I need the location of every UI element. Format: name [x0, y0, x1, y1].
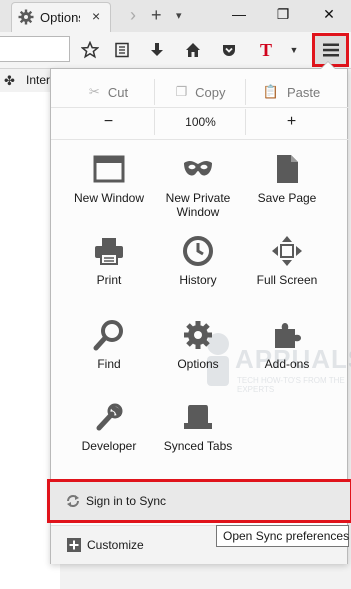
scissors-icon: ✂ — [88, 84, 100, 99]
new-window-label: New Window — [73, 191, 145, 205]
options-label: Options — [177, 357, 219, 371]
options-button[interactable]: Options — [153, 319, 243, 399]
full-screen-button[interactable]: Full Screen — [242, 235, 332, 315]
zoom-reset-button[interactable]: 100% — [154, 109, 246, 135]
print-label: Print — [96, 273, 122, 287]
pocket-button[interactable] — [219, 40, 239, 60]
puzzle-icon — [275, 323, 301, 348]
panel-arrow-inner — [321, 62, 335, 69]
tab-list-dropdown[interactable]: ▾ — [176, 8, 182, 24]
plus-box-icon — [67, 538, 81, 552]
wrench-icon — [96, 403, 123, 431]
close-window-button[interactable]: ✕ — [318, 6, 340, 24]
history-button[interactable]: History — [153, 235, 243, 315]
printer-icon — [95, 238, 123, 265]
window-icon — [93, 155, 125, 183]
tree-icon: ✤ — [4, 73, 15, 88]
clock-icon — [183, 236, 213, 266]
add-ons-button[interactable]: Add-ons — [242, 319, 332, 399]
home-icon — [186, 43, 200, 57]
cut-label: Cut — [107, 84, 129, 100]
full-screen-label: Full Screen — [256, 273, 318, 287]
title-bar: Options × › + ▾ — ❐ ✕ — [0, 0, 351, 32]
copy-button[interactable]: ❐ Copy — [154, 79, 246, 105]
paste-label: Paste — [286, 84, 321, 100]
copy-icon: ❐ — [175, 84, 188, 99]
navigation-toolbar: T ▼ — [0, 32, 351, 69]
chevron-down-icon: ▼ — [289, 45, 299, 55]
bookmarks-menu-button[interactable] — [112, 40, 132, 60]
paste-button[interactable]: 📋 Paste — [245, 79, 337, 105]
add-ons-label: Add-ons — [264, 357, 310, 371]
pocket-icon — [223, 45, 235, 56]
synced-tabs-icon — [184, 405, 212, 429]
find-button[interactable]: Find — [64, 319, 154, 399]
zoom-out-button[interactable]: − — [63, 109, 154, 135]
sync-icon — [67, 495, 79, 507]
svg-text:T: T — [260, 41, 272, 59]
restore-button[interactable]: ❐ — [272, 6, 294, 24]
save-page-label: Save Page — [257, 191, 317, 205]
tab-title: Options — [40, 10, 80, 25]
hamburger-icon — [322, 43, 339, 57]
star-icon — [81, 41, 99, 59]
fullscreen-arrows-icon — [272, 236, 302, 266]
separator — [51, 107, 349, 108]
gear-icon — [184, 321, 212, 349]
tab-close-button[interactable]: × — [92, 8, 100, 24]
main-menu-panel: ✂ Cut ❐ Copy 📋 Paste − 100% + APPUALS TE… — [47, 62, 351, 564]
zoom-controls: − 100% + — [63, 109, 336, 135]
separator — [51, 139, 349, 140]
synced-tabs-button[interactable]: Synced Tabs — [153, 401, 243, 481]
developer-label: Developer — [81, 439, 137, 453]
extension-dropdown[interactable]: ▼ — [284, 40, 304, 60]
sign-in-to-sync-button[interactable]: Sign in to Sync — [47, 479, 351, 523]
developer-button[interactable]: Developer — [64, 401, 154, 481]
bookmarks-list-icon — [115, 42, 129, 58]
gear-icon — [18, 9, 34, 25]
text-extension-button[interactable]: T — [256, 40, 276, 60]
customize-label: Customize — [87, 538, 144, 552]
magnifier-icon — [93, 320, 123, 351]
save-page-button[interactable]: Save Page — [242, 153, 332, 233]
copy-label: Copy — [195, 84, 226, 100]
downloads-button[interactable] — [147, 40, 167, 60]
mask-icon — [184, 161, 212, 176]
new-private-window-button[interactable]: New Private Window — [153, 153, 243, 233]
sign-in-to-sync-label: Sign in to Sync — [86, 494, 167, 508]
new-window-button[interactable]: New Window — [64, 153, 154, 233]
print-button[interactable]: Print — [64, 235, 154, 315]
clipboard-icon: 📋 — [262, 84, 279, 99]
download-arrow-icon — [151, 43, 163, 56]
home-button[interactable] — [183, 40, 203, 60]
tab-options[interactable]: Options × — [11, 2, 111, 32]
sync-tooltip: Open Sync preferences — [216, 525, 349, 547]
zoom-in-button[interactable]: + — [245, 109, 337, 135]
scroll-tabs-right-button[interactable]: › — [130, 6, 136, 24]
new-tab-button[interactable]: + — [151, 6, 162, 24]
minimize-button[interactable]: — — [228, 6, 250, 24]
url-bar[interactable] — [0, 36, 70, 62]
document-icon — [277, 155, 298, 183]
cut-button[interactable]: ✂ Cut — [63, 79, 154, 105]
red-t-icon: T — [260, 41, 272, 59]
new-private-window-label: New Private Window — [165, 191, 231, 219]
synced-tabs-label: Synced Tabs — [163, 439, 233, 453]
bookmark-star-button[interactable] — [80, 40, 100, 60]
find-label: Find — [97, 357, 121, 371]
edit-controls: ✂ Cut ❐ Copy 📋 Paste — [63, 79, 336, 105]
history-label: History — [179, 273, 217, 287]
